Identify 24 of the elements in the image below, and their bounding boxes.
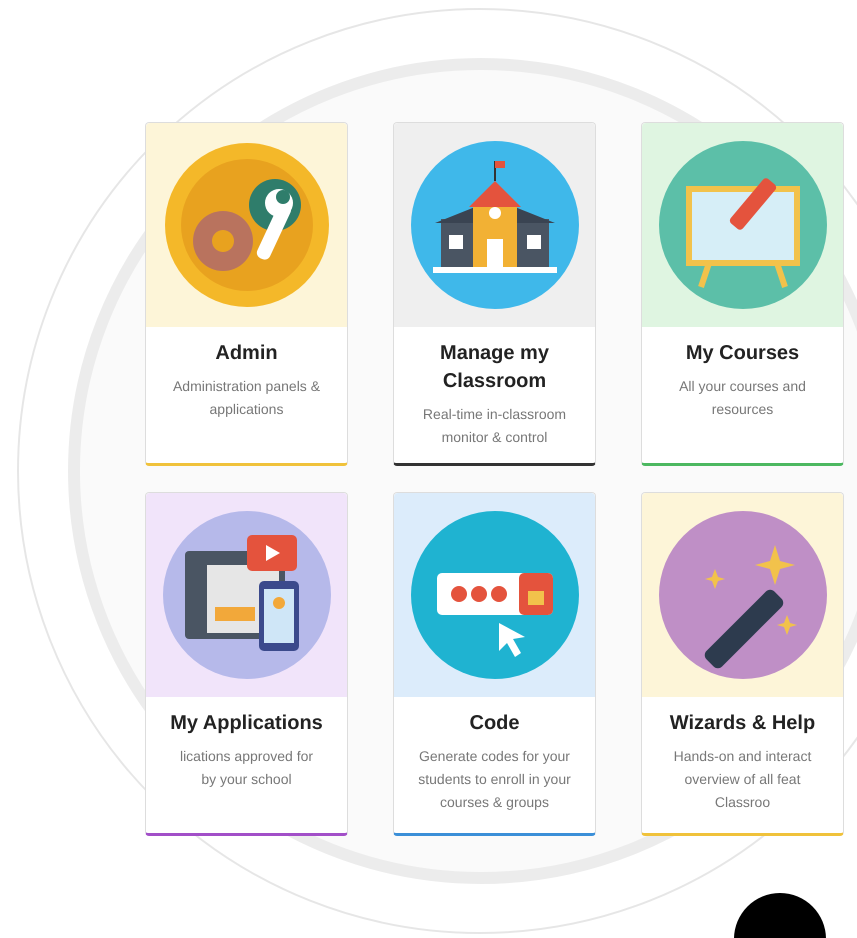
feature-card[interactable]: Manage my Classroom Real-time in-classroom monitor & control [393, 122, 596, 466]
app-windows-icon [162, 511, 330, 679]
feature-card[interactable]: Admin Administration panels & applications [145, 122, 348, 466]
card-description: All your courses and resources [679, 377, 806, 419]
school-building-icon [410, 141, 578, 309]
password-lock-icon [410, 511, 578, 679]
card-title: Admin [215, 341, 278, 366]
feature-card[interactable]: Wizards & Help Hands-on and interact overview of all feat Classroo [641, 492, 844, 836]
card-title: My Applications [170, 711, 323, 736]
card-description: Hands-on and interact overview of all feat Classroo [674, 747, 812, 812]
feature-card[interactable]: Code Generate codes for your students to enroll in your courses & groups [393, 492, 596, 836]
card-description: Generate codes for your students to enroll in your courses & groups [418, 747, 571, 812]
card-description: Real-time in-classroom monitor & control [422, 405, 566, 447]
easel-marker-icon [658, 141, 826, 309]
card-title: Code [470, 711, 520, 736]
feature-card[interactable]: My Courses All your courses and resources [641, 122, 844, 466]
card-title: My Courses [686, 341, 800, 366]
magic-wand-icon [658, 511, 826, 679]
feature-card[interactable]: My Applications lications approved for by your school [145, 492, 348, 836]
card-description: lications approved for by your school [180, 747, 314, 789]
card-title: Wizards & Help [670, 711, 816, 736]
gears-wrench-icon [162, 141, 330, 309]
card-description: Administration panels & applications [172, 377, 320, 419]
card-title: Manage my Classroom [439, 341, 550, 394]
